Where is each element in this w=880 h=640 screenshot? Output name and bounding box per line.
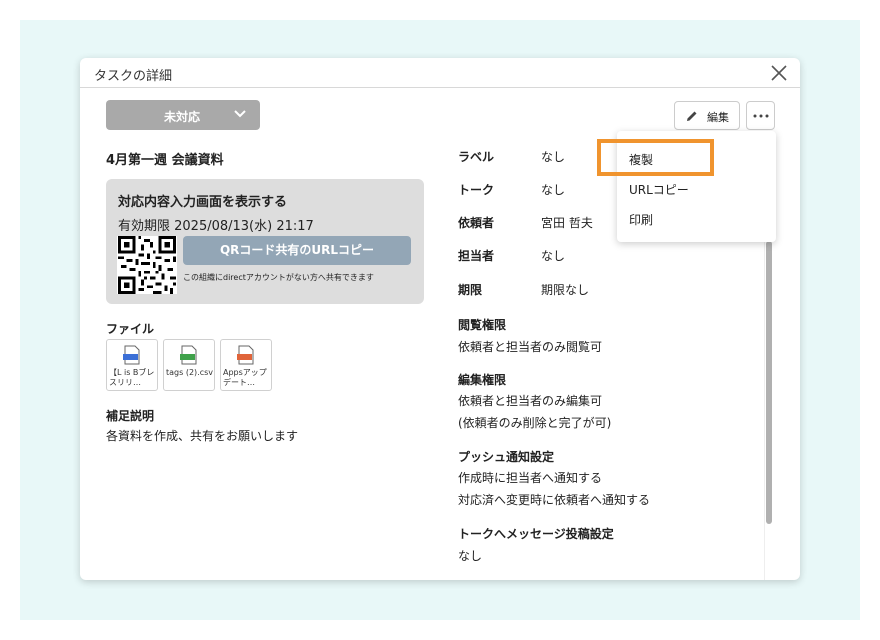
qr-url-copy-button[interactable]: QRコード共有のURLコピー — [183, 236, 411, 265]
file-tile-pptx[interactable]: Appsアップデート… — [220, 339, 272, 391]
menu-item-print[interactable]: 印刷 — [629, 211, 653, 228]
dialog-titlebar: タスクの詳細 — [80, 58, 800, 88]
prop-value-talk: なし — [541, 183, 566, 197]
push-setting-line: 作成時に担当者へ通知する — [458, 471, 603, 485]
edit-permission-value: 依頼者と担当者のみ編集可 — [458, 394, 603, 408]
status-dropdown[interactable]: 未対応 — [106, 100, 260, 130]
prop-label-talk: トーク — [458, 183, 495, 197]
prop-label-label: ラベル — [458, 150, 495, 164]
response-form-card: 対応内容入力画面を表示する 有効期限 2025/08/13(水) 21:17 Q… — [106, 179, 424, 304]
dialog-title: タスクの詳細 — [94, 69, 173, 84]
card-note: この組織にdirectアカウントがない方へ共有できます — [183, 273, 374, 282]
files-label: ファイル — [106, 322, 155, 336]
more-options-button[interactable] — [746, 101, 775, 130]
qr-code-image — [117, 236, 177, 294]
view-permission-label: 閲覧権限 — [458, 318, 507, 332]
highlight-box — [597, 139, 714, 176]
file-name: Appsアップデート… — [223, 368, 267, 387]
note-label: 補足説明 — [106, 409, 155, 423]
edit-label: 編集 — [707, 111, 729, 124]
close-icon[interactable] — [768, 62, 790, 84]
prop-value-deadline: 期限なし — [541, 283, 590, 297]
task-title: 4月第一週 会議資料 — [106, 153, 224, 168]
push-settings-label: プッシュ通知設定 — [458, 450, 555, 464]
file-tile-docx[interactable]: 【L is Bブレスリリ… — [106, 339, 158, 391]
edit-permission-note: (依頼者のみ削除と完了が可) — [458, 416, 612, 430]
chevron-down-icon — [234, 110, 246, 118]
file-name: 【L is Bブレスリリ… — [109, 368, 155, 387]
prop-label-requester: 依頼者 — [458, 216, 495, 230]
card-expiry: 有効期限 2025/08/13(水) 21:17 — [118, 219, 314, 234]
file-tile-csv[interactable]: tags (2).csv — [163, 339, 215, 391]
edit-button[interactable]: 編集 — [674, 101, 740, 130]
talk-post-settings-label: トークへメッセージ投稿設定 — [458, 527, 614, 541]
docx-file-icon — [123, 345, 140, 365]
menu-item-url-copy[interactable]: URLコピー — [629, 181, 689, 198]
prop-value-assignee: なし — [541, 249, 566, 263]
more-icon — [753, 114, 769, 118]
file-name: tags (2).csv — [166, 368, 214, 377]
prop-value-label: なし — [541, 150, 566, 164]
edit-permission-label: 編集権限 — [458, 373, 507, 387]
scrollbar[interactable] — [766, 241, 772, 524]
csv-file-icon — [180, 345, 197, 365]
status-label: 未対応 — [164, 110, 201, 124]
pptx-file-icon — [237, 345, 254, 365]
prop-label-deadline: 期限 — [458, 283, 483, 297]
view-permission-value: 依頼者と担当者のみ閲覧可 — [458, 340, 603, 354]
note-text: 各資料を作成、共有をお願いします — [106, 429, 299, 443]
prop-value-requester: 宮田 哲夫 — [541, 216, 593, 230]
push-setting-line: 対応済へ変更時に依頼者へ通知する — [458, 493, 651, 507]
talk-post-settings-value: なし — [458, 549, 483, 563]
card-title: 対応内容入力画面を表示する — [118, 195, 288, 210]
pencil-icon — [687, 111, 697, 121]
task-detail-dialog: タスクの詳細 未対応 編集 4月第一週 会議資料 対応内容入力画面を表示する 有… — [80, 58, 800, 580]
prop-label-assignee: 担当者 — [458, 249, 495, 263]
